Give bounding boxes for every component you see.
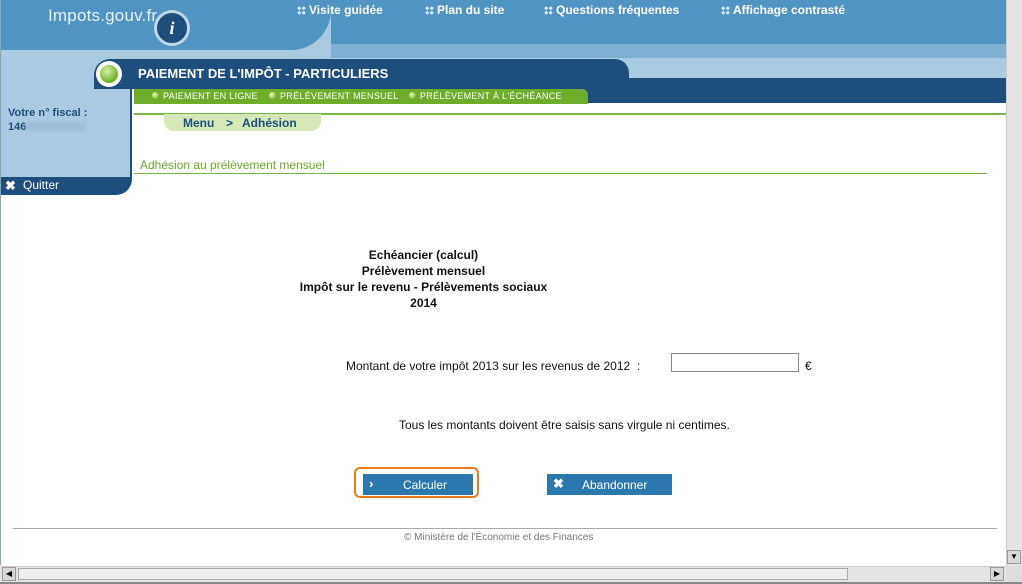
amount-label: Montant de votre impôt 2013 sur les reve… bbox=[346, 359, 641, 373]
green-orb-icon bbox=[100, 65, 118, 83]
breadcrumb: Menu > Adhésion bbox=[164, 114, 321, 131]
abandon-label: Abandonner bbox=[582, 478, 648, 492]
subnav-paiement-en-ligne[interactable]: PAIEMENT EN LIGNE bbox=[152, 91, 258, 101]
scroll-down-icon[interactable]: ▼ bbox=[1007, 550, 1021, 564]
nav-plan-du-site[interactable]: Plan du site bbox=[425, 3, 504, 17]
quit-button[interactable]: ✖ Quitter bbox=[1, 177, 130, 193]
scroll-left-icon[interactable]: ◀ bbox=[2, 567, 16, 581]
breadcrumb-current: Adhésion bbox=[242, 116, 297, 130]
nav-label: Visite guidée bbox=[309, 3, 383, 17]
nav-label: Plan du site bbox=[437, 3, 505, 17]
nav-label: Affichage contrasté bbox=[733, 3, 846, 17]
vertical-scrollbar[interactable] bbox=[1006, 0, 1022, 566]
close-icon: ✖ bbox=[553, 476, 564, 491]
scroll-right-icon[interactable]: ▶ bbox=[990, 567, 1004, 581]
calculate-button[interactable]: › Calculer bbox=[363, 474, 473, 495]
currency-symbol: € bbox=[805, 359, 812, 373]
section-title: PAIEMENT DE L'IMPÔT - PARTICULIERS bbox=[138, 66, 389, 81]
bullet-icon bbox=[409, 92, 416, 99]
calculate-label: Calculer bbox=[403, 478, 448, 492]
page: Impots.gouv.fr i Visite guidée Plan du s… bbox=[0, 0, 1007, 565]
nav-visite-guidee[interactable]: Visite guidée bbox=[297, 3, 383, 17]
title-prelevement: Prélèvement mensuel bbox=[361, 264, 486, 278]
page-heading: Adhésion au prélèvement mensuel bbox=[140, 158, 325, 172]
dots-icon bbox=[297, 6, 306, 15]
amount-input[interactable] bbox=[671, 353, 799, 372]
close-icon: ✖ bbox=[5, 178, 16, 193]
dots-icon bbox=[425, 6, 434, 15]
subnav-prelevement-echeance[interactable]: PRÉLÈVEMENT À L'ÉCHÉANCE bbox=[409, 91, 562, 101]
site-logo[interactable]: Impots.gouv.fr bbox=[48, 6, 157, 26]
title-echeancier: Echéancier (calcul) bbox=[368, 248, 479, 262]
subnav-prelevement-mensuel[interactable]: PRÉLÈVEMENT MENSUEL bbox=[269, 91, 399, 101]
title-year: 2014 bbox=[410, 296, 437, 310]
title-impot: Impôt sur le revenu - Prélèvements socia… bbox=[299, 280, 548, 294]
bullet-icon bbox=[269, 92, 276, 99]
subnav-label: PAIEMENT EN LIGNE bbox=[163, 91, 258, 101]
amount-note: Tous les montants doivent être saisis sa… bbox=[399, 418, 730, 432]
breadcrumb-separator: > bbox=[226, 116, 234, 130]
breadcrumb-menu[interactable]: Menu bbox=[183, 116, 214, 130]
footer-copyright: © Ministère de l'Économie et des Finance… bbox=[404, 532, 594, 543]
subnav-label: PRÉLÈVEMENT MENSUEL bbox=[280, 91, 399, 101]
nav-affichage-contraste[interactable]: Affichage contrasté bbox=[721, 3, 845, 17]
nav-questions-frequentes[interactable]: Questions fréquentes bbox=[544, 3, 679, 17]
scrollbar-corner bbox=[1006, 566, 1022, 582]
redacted-blur bbox=[26, 122, 87, 131]
fiscal-number: 146 bbox=[8, 121, 87, 133]
horizontal-scroll-thumb[interactable] bbox=[18, 568, 848, 580]
dots-icon bbox=[544, 6, 553, 15]
chevron-right-icon: › bbox=[369, 476, 374, 491]
nav-label: Questions fréquentes bbox=[556, 3, 680, 17]
dots-icon bbox=[721, 6, 730, 15]
quit-label: Quitter bbox=[23, 178, 60, 192]
info-icon[interactable]: i bbox=[154, 10, 190, 46]
footer-divider bbox=[13, 528, 997, 529]
bullet-icon bbox=[152, 92, 159, 99]
header-band-mid bbox=[331, 44, 1007, 58]
heading-divider bbox=[134, 173, 987, 174]
abandon-button[interactable]: ✖ Abandonner bbox=[547, 474, 672, 495]
fiscal-number-label: Votre n° fiscal : bbox=[8, 107, 88, 119]
fiscal-number-prefix: 146 bbox=[8, 121, 27, 133]
subnav-label: PRÉLÈVEMENT À L'ÉCHÉANCE bbox=[420, 91, 562, 101]
